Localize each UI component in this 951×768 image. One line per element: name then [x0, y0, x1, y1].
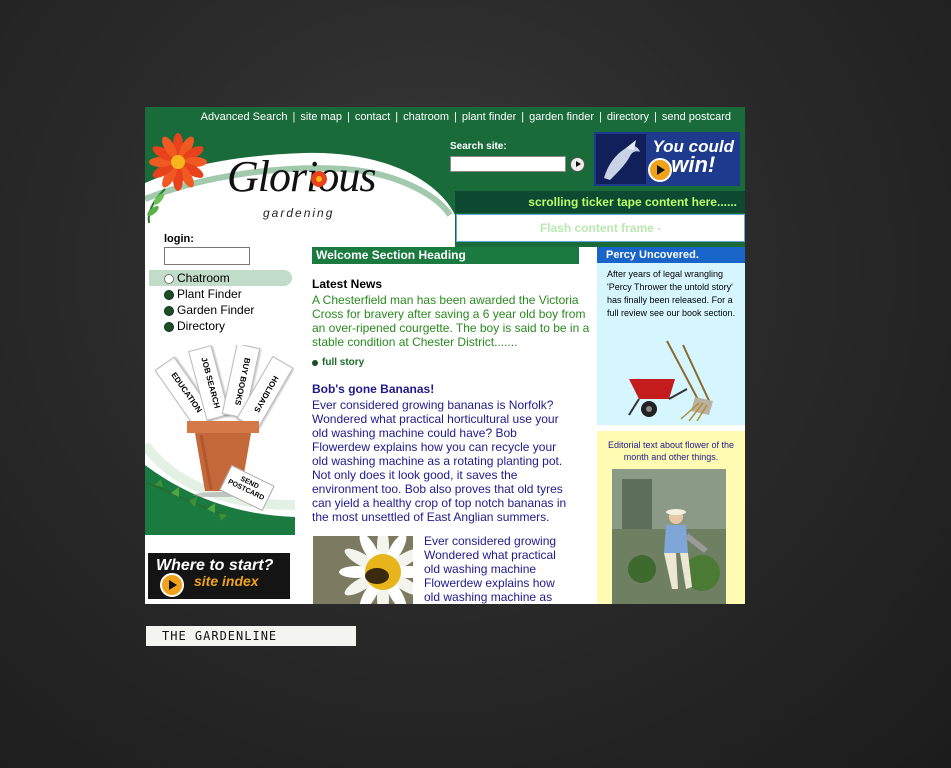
- leftnav-label: Plant Finder: [177, 287, 242, 301]
- win-banner-ad[interactable]: You could win!: [594, 132, 740, 186]
- gardener-photo: [612, 469, 726, 604]
- topnav-separator: |: [395, 111, 399, 123]
- latest-news-body: A Chesterfield man has been awarded the …: [312, 293, 590, 349]
- ivy-leaves-icon: [146, 479, 227, 521]
- website-frame: Advanced Search | site map | contact | chatroo…: [145, 107, 745, 604]
- editorial-panel: Editorial text about flower of the month…: [597, 431, 745, 604]
- daisy-bee-image-icon: [313, 536, 413, 604]
- logo-title: Glorious: [227, 152, 376, 201]
- bird-illustration-icon: [596, 134, 646, 184]
- topnav-separator: |: [654, 111, 657, 123]
- logo-subtitle: gardening: [263, 206, 335, 220]
- leftnav-item-garden-finder[interactable]: Garden Finder: [149, 302, 292, 318]
- login-label: login:: [164, 233, 194, 245]
- bob-story-continued: Ever considered growing Wondered what pr…: [424, 534, 557, 604]
- topnav-separator: |: [521, 111, 525, 123]
- percy-body: After years of legal wrangling 'Percy Th…: [607, 269, 736, 318]
- leftnav-label: Directory: [177, 319, 226, 333]
- top-navigation: Advanced Search | site map | contact | chatroo…: [201, 111, 731, 123]
- logo-flower-icon: [311, 171, 327, 187]
- topnav-chatroom[interactable]: chatroom: [403, 111, 449, 123]
- topnav-separator: |: [454, 111, 457, 123]
- topnav-directory[interactable]: directory: [607, 111, 649, 123]
- topnav-advanced-search[interactable]: Advanced Search: [201, 111, 288, 123]
- radio-bullet-icon: [164, 274, 174, 284]
- bullet-icon: [164, 306, 174, 316]
- site-index-banner[interactable]: Where to start? site index: [148, 553, 290, 599]
- wheelbarrow-tools-icon: [628, 340, 713, 421]
- plant-pot-promo: EDUCATION JOB SEARCH BUY BOOKS HOLIDAYS …: [145, 345, 295, 535]
- editorial-text: Editorial text about flower of the month…: [607, 440, 735, 462]
- search-label: Search site:: [450, 141, 507, 152]
- search-input[interactable]: [450, 156, 566, 172]
- leftnav-label: Garden Finder: [177, 303, 255, 317]
- topnav-separator: |: [292, 111, 296, 123]
- welcome-section-heading: Welcome Section Heading: [312, 247, 579, 264]
- play-arrow-icon: [160, 573, 184, 597]
- topnav-separator: |: [346, 111, 350, 123]
- leaves-decoration-icon: [147, 188, 166, 224]
- win-banner-text: You could win!: [652, 138, 734, 177]
- topnav-site-map[interactable]: site map: [300, 111, 342, 123]
- topnav-plant-finder[interactable]: plant finder: [462, 111, 516, 123]
- left-navigation: Chatroom Plant Finder Garden Finder Dire…: [149, 270, 292, 334]
- flower-icon: [149, 133, 207, 191]
- leftnav-item-plant-finder[interactable]: Plant Finder: [149, 286, 292, 302]
- topnav-send-postcard[interactable]: send postcard: [662, 111, 731, 123]
- site-index-subheading: site index: [194, 573, 259, 589]
- daisy-with-bee-photo: [313, 536, 413, 604]
- bob-story-heading: Bob's gone Bananas!: [312, 382, 435, 396]
- win-line2: win!: [671, 152, 716, 177]
- gardenline-footer-label: THE GARDENLINE: [146, 626, 356, 646]
- topnav-garden-finder[interactable]: garden finder: [529, 111, 594, 123]
- bullet-icon: [164, 290, 174, 300]
- bob-story-body: Ever considered growing bananas is Norfo…: [312, 398, 567, 524]
- latest-news-heading: Latest News: [312, 277, 383, 291]
- login-input[interactable]: [164, 247, 250, 265]
- search-go-button[interactable]: [570, 157, 585, 172]
- full-story-link[interactable]: full story: [312, 357, 364, 368]
- gardener-image-icon: [612, 469, 726, 604]
- leftnav-item-chatroom[interactable]: Chatroom: [149, 270, 292, 286]
- flash-content-frame: Flash content frame -: [456, 214, 745, 242]
- leftnav-item-directory[interactable]: Directory: [149, 318, 292, 334]
- ticker-bar: scrolling ticker tape content here......: [455, 191, 745, 213]
- leftnav-label: Chatroom: [177, 271, 230, 285]
- percy-uncovered-panel: Percy Uncovered. After years of legal wr…: [597, 247, 745, 425]
- percy-heading: Percy Uncovered.: [597, 247, 745, 263]
- topnav-contact[interactable]: contact: [355, 111, 390, 123]
- topnav-separator: |: [598, 111, 602, 123]
- bullet-icon: [164, 322, 174, 332]
